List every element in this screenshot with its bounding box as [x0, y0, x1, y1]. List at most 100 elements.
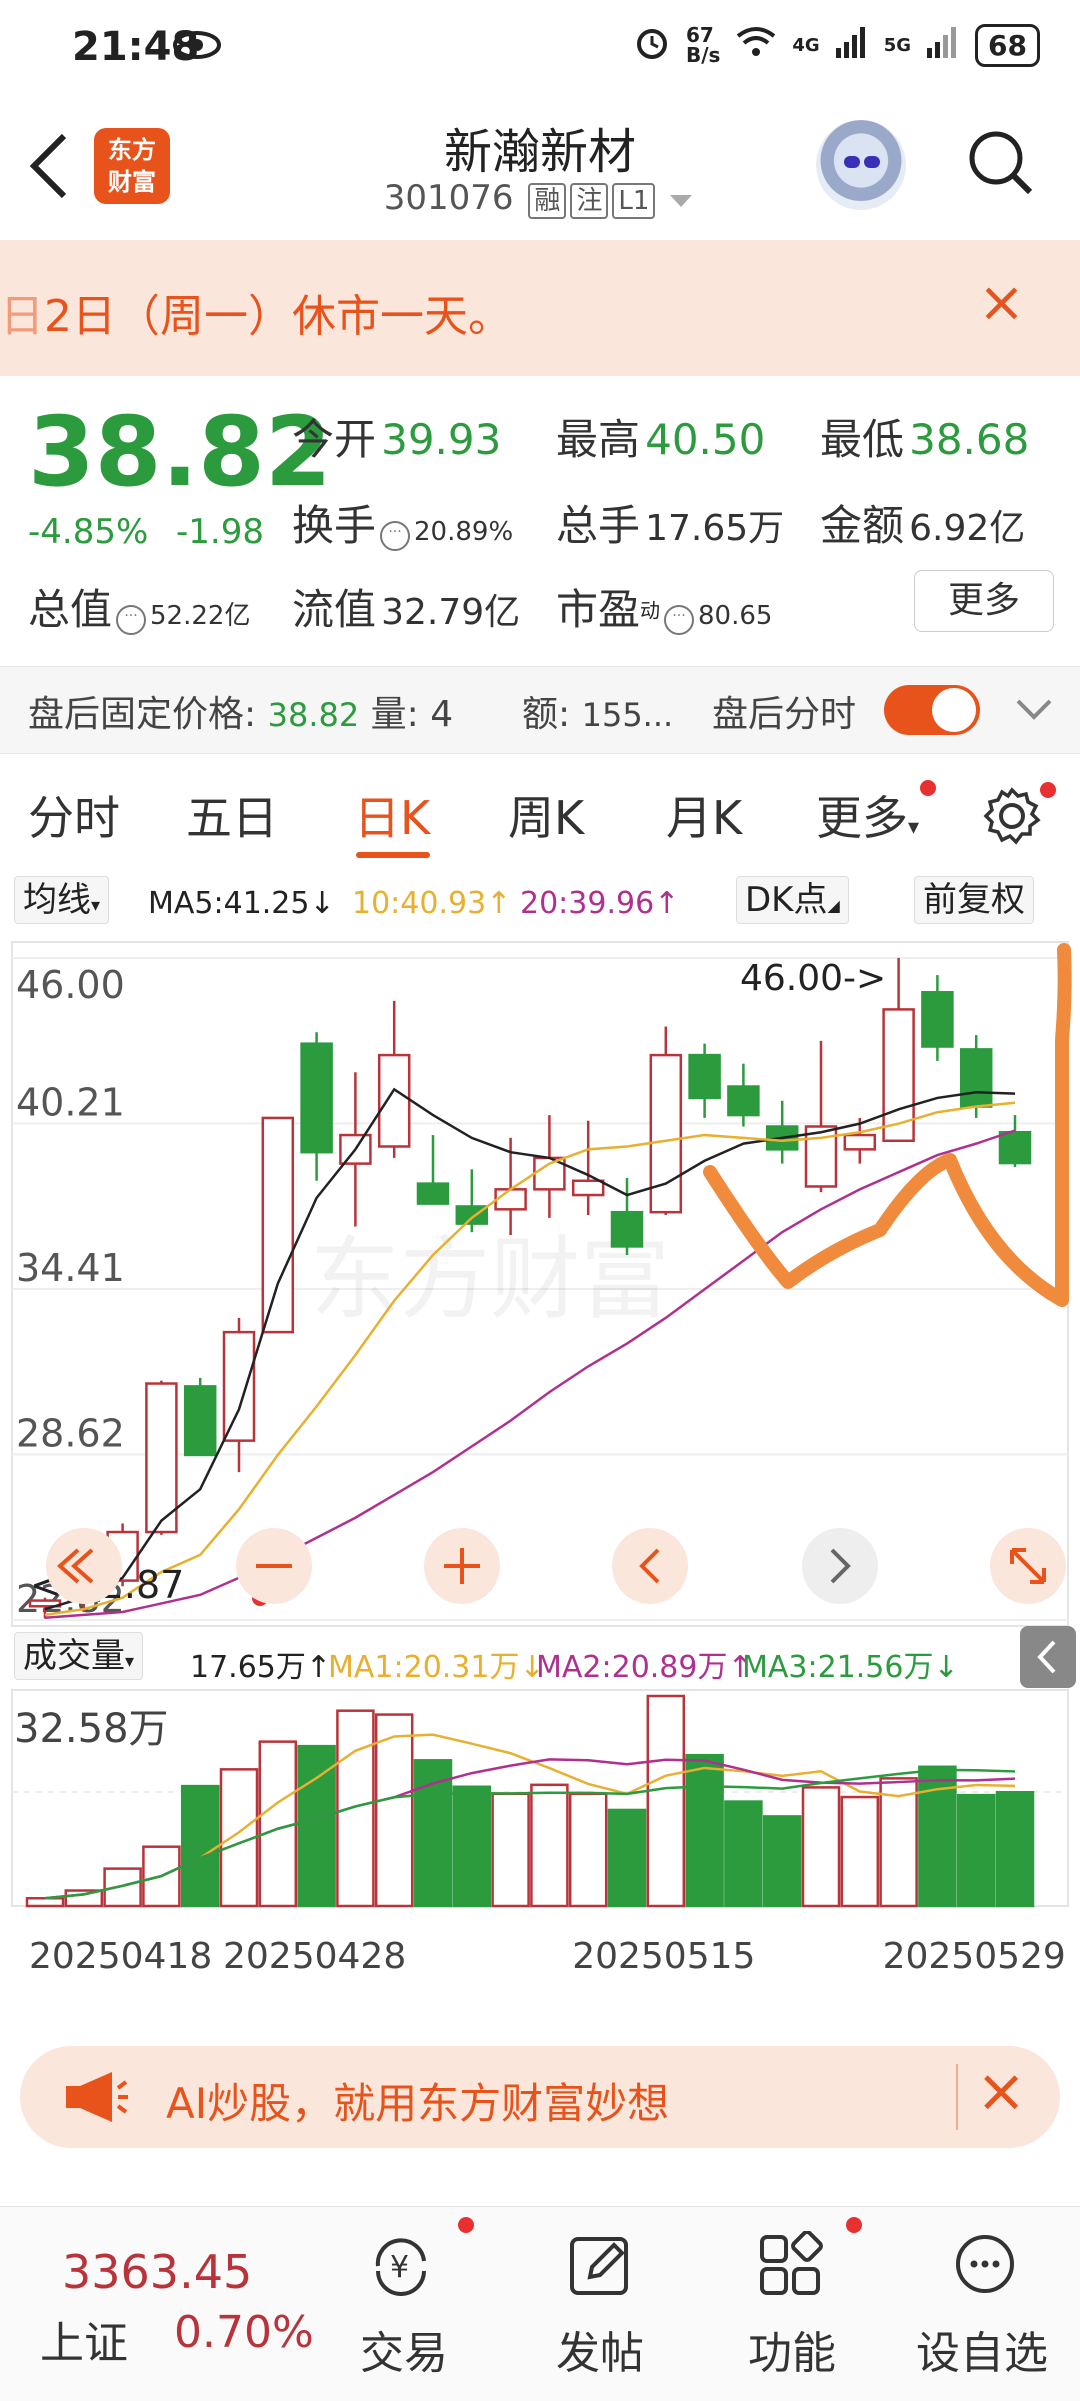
tab-more[interactable]: 更多▾ [816, 782, 919, 848]
volume-value: 17.65万↑ [190, 1650, 332, 1685]
period-tabs: 分时 五日 日K 周K 月K 更多▾ [0, 752, 1080, 868]
volume-bar [801, 1786, 841, 1908]
candle-body [377, 1053, 411, 1148]
volume-bar [336, 1709, 375, 1908]
candle-body [494, 1188, 527, 1211]
nav-add-watchlist[interactable]: 设自选 [916, 2317, 1048, 2381]
candle-body [921, 991, 954, 1048]
info-icon[interactable]: ··· [380, 520, 411, 551]
expand-icon[interactable] [990, 1528, 1066, 1604]
after-hours-amount: 额: 155... [522, 694, 674, 735]
notification-dot [458, 2217, 474, 2233]
divider [956, 2064, 958, 2130]
tab-monthly-k[interactable]: 月K [666, 782, 742, 848]
status-bar: 21:48 67 B/s 4G 5G 68 [0, 0, 1080, 100]
nav-trade[interactable]: 交易 [360, 2317, 448, 2381]
candle-body [727, 1085, 760, 1117]
tab-weekly-k[interactable]: 周K [508, 782, 584, 848]
vol-ma2-value: MA2:20.89万↑ [536, 1650, 753, 1685]
notice-close-icon[interactable]: × [978, 270, 1025, 335]
ma-selector[interactable]: 均线▾ [14, 876, 110, 924]
vol-ma1-value: MA1:20.31万↓ [328, 1650, 545, 1685]
index-value[interactable]: 3363.45 [62, 2245, 252, 2299]
volume-selector[interactable]: 成交量▾ [14, 1632, 144, 1680]
minus-icon[interactable] [236, 1528, 312, 1604]
tab-daily-k[interactable]: 日K [354, 782, 430, 848]
stock-header: 东方 财富 新瀚新材 301076 融注 L1 [0, 100, 1080, 240]
volume-bar [491, 1792, 530, 1908]
candle-body [145, 1382, 178, 1534]
ma-indicator-bar: 均线▾ MA5:41.25↓ 10:40.93↑ 20:39.96↑ DK点◢ … [0, 868, 1080, 930]
after-hours-timeshare-label: 盘后分时 [712, 694, 857, 735]
caret-down-icon[interactable] [666, 180, 696, 220]
active-tab-indicator [356, 852, 430, 858]
candle-body [688, 1053, 721, 1100]
candle-body [843, 1133, 877, 1151]
info-icon[interactable]: ··· [116, 604, 147, 635]
index-change: 0.70% [174, 2307, 314, 2358]
amount-field: 金额 6.92亿 [820, 501, 1026, 550]
yen-cycle-icon[interactable]: ¥ [366, 2231, 436, 2301]
ad-banner[interactable]: AI炒股，就用东方财富妙想 × [20, 2046, 1060, 2148]
change-percent: -4.85% [28, 512, 149, 552]
ad-close-icon[interactable]: × [976, 2056, 1026, 2126]
status-icons: 67 B/s 4G 5G 68 [632, 22, 1040, 68]
candle-body [222, 1330, 256, 1442]
plus-icon[interactable] [424, 1528, 500, 1604]
stock-code-row: 301076 融注 L1 [0, 178, 1080, 220]
index-name[interactable]: 上证 [40, 2307, 128, 2371]
volume-bar [258, 1740, 298, 1908]
signal-icon [834, 24, 870, 66]
candle-body [416, 1182, 450, 1205]
edit-icon[interactable] [566, 2231, 636, 2301]
tag-level: L1 [612, 183, 656, 219]
stock-name: 新瀚新材 [443, 124, 636, 180]
y-tick-label: 40.21 [16, 1080, 125, 1124]
signal-icon-2 [925, 24, 961, 66]
volume-field: 总手 17.65万 [556, 501, 785, 550]
notification-dot [1040, 782, 1056, 798]
rewind-icon[interactable] [46, 1528, 122, 1604]
volume-bar [607, 1808, 647, 1908]
info-icon[interactable]: ··· [664, 604, 695, 635]
y-tick-label: 34.41 [16, 1246, 125, 1290]
after-hours-price: 盘后固定价格: 38.82 量: 4 [28, 694, 454, 735]
search-icon[interactable] [966, 128, 1036, 198]
float-cap-field: 流值 32.79亿 [292, 585, 521, 634]
volume-bar [762, 1815, 802, 1908]
tab-five-day[interactable]: 五日 [186, 782, 278, 848]
nav-functions[interactable]: 功能 [748, 2317, 836, 2381]
x-tick-label: 20250418 [29, 1936, 212, 1977]
chevron-down-icon[interactable] [1012, 695, 1056, 729]
tab-timeshare[interactable]: 分时 [28, 782, 120, 848]
current-price: 38.82 [28, 396, 332, 508]
volume-bar [452, 1785, 492, 1908]
battery-indicator: 68 [975, 23, 1040, 67]
candle-body [998, 1130, 1032, 1165]
megaphone-icon [60, 2068, 130, 2130]
high-field: 最高 40.50 [556, 415, 766, 464]
wifi-icon [734, 24, 778, 66]
nav-post[interactable]: 发帖 [556, 2317, 644, 2381]
next-icon[interactable] [802, 1528, 878, 1604]
y-tick-label: 46.00 [16, 963, 125, 1007]
grid-icon[interactable] [756, 2230, 826, 2301]
gear-icon[interactable] [982, 786, 1042, 850]
candle-body [261, 1116, 295, 1334]
dk-point-button[interactable]: DK点◢ [736, 876, 849, 924]
y-tick-label: 28.62 [16, 1411, 125, 1455]
vol-ma3-value: MA3:21.56万↓ [742, 1650, 959, 1685]
candle-body [183, 1385, 217, 1457]
assistant-avatar-icon[interactable] [816, 120, 906, 210]
kline-chart[interactable]: 东方财富 46.0040.2134.4128.6222.82 46.00-> <… [0, 930, 1080, 1990]
candle-body [959, 1048, 993, 1108]
prev-icon[interactable] [612, 1528, 688, 1604]
low-field: 最低 38.68 [820, 415, 1030, 464]
signal-label-5g: 5G [883, 34, 912, 56]
more-button[interactable]: 更多 [914, 570, 1054, 632]
chat-bubble-icon[interactable] [950, 2231, 1020, 2301]
volume-bar [568, 1792, 608, 1908]
bottom-nav: 3363.45 上证 0.70% ¥ 交易 发帖 功能 设自选 [0, 2206, 1080, 2401]
adjust-button[interactable]: 前复权 [914, 876, 1034, 924]
after-hours-toggle[interactable] [884, 685, 980, 735]
